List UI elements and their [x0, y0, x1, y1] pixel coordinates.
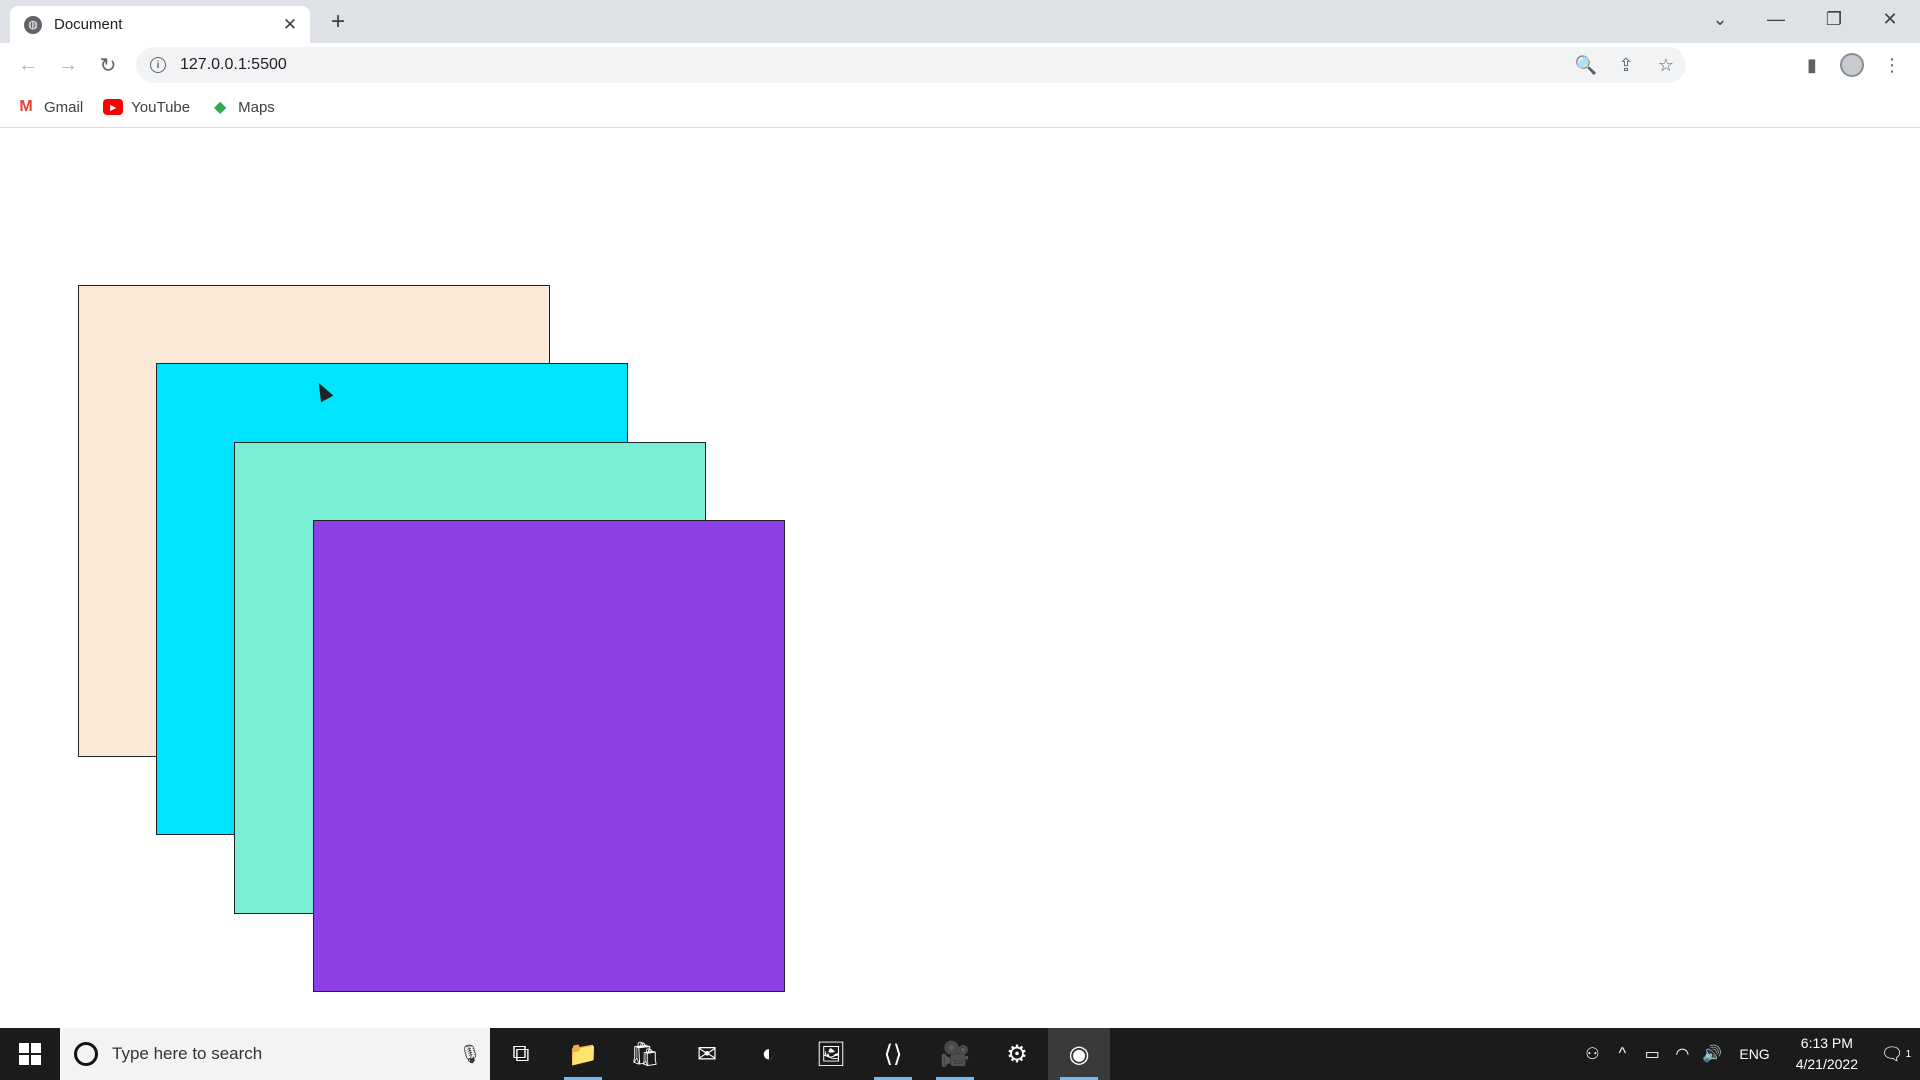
youtube-icon: ▶: [103, 99, 124, 115]
clock-time: 6:13 PM: [1800, 1035, 1853, 1051]
volume-icon[interactable]: 🔊: [1697, 1044, 1727, 1064]
menu-icon[interactable]: ⋮: [1876, 49, 1908, 81]
wifi-icon[interactable]: ◠: [1667, 1044, 1697, 1064]
close-window-button[interactable]: ✕: [1862, 0, 1918, 38]
vscode-icon[interactable]: ⟨⟩: [862, 1028, 924, 1080]
bookmark-label: YouTube: [131, 98, 191, 116]
notifications-button[interactable]: 🗨 1: [1872, 1028, 1920, 1080]
forward-button[interactable]: →: [52, 49, 84, 81]
people-icon[interactable]: ⚇: [1577, 1044, 1607, 1064]
settings-icon[interactable]: ⚙: [986, 1028, 1048, 1080]
tab-title: Document: [54, 16, 123, 33]
clock[interactable]: 6:13 PM 4/21/2022: [1796, 1033, 1858, 1075]
bookmark-gmail[interactable]: M Gmail: [16, 98, 84, 116]
bookmark-label: Maps: [238, 98, 275, 116]
taskbar-search[interactable]: Type here to search 🎙: [60, 1028, 490, 1080]
maps-icon: ◆: [213, 99, 227, 116]
bookmark-label: Gmail: [44, 98, 84, 116]
store-icon[interactable]: 🛍: [614, 1028, 676, 1080]
zoom-icon[interactable]: 🔍: [1566, 47, 1606, 83]
taskbar: Type here to search 🎙 ⧉ 📁 🛍 ✉ ◐ 🖼 ⟨⟩ 🎥 ⚙…: [0, 1028, 1920, 1080]
bookmark-youtube[interactable]: ▶ YouTube: [103, 99, 190, 116]
minimize-button[interactable]: —: [1748, 0, 1804, 38]
start-button[interactable]: [0, 1028, 60, 1080]
new-tab-button[interactable]: +: [324, 8, 352, 36]
photos-icon[interactable]: 🖼: [800, 1028, 862, 1080]
notification-count: 1: [1905, 1048, 1912, 1060]
windows-icon: [19, 1043, 41, 1065]
chrome-icon[interactable]: ◉: [1048, 1028, 1110, 1080]
url-text[interactable]: 127.0.0.1:5500: [180, 56, 1566, 74]
browser-toolbar: ← → ↻ i 127.0.0.1:5500 🔍 ⇪ ☆ ▮ ⋮: [0, 43, 1920, 87]
task-view-icon[interactable]: ⧉: [490, 1028, 552, 1080]
file-explorer-icon[interactable]: 📁: [552, 1028, 614, 1080]
chevron-up-icon[interactable]: ^: [1607, 1045, 1637, 1063]
zoom-app-icon[interactable]: 🎥: [924, 1028, 986, 1080]
profile-button[interactable]: [1836, 49, 1868, 81]
close-tab-icon[interactable]: ✕: [280, 15, 300, 35]
gmail-icon: M: [19, 98, 33, 115]
page-viewport: [0, 128, 1920, 1028]
restore-button[interactable]: ❐: [1806, 0, 1862, 38]
cortana-icon: [74, 1042, 98, 1066]
side-panel-icon[interactable]: ▮: [1796, 49, 1828, 81]
notification-icon: 🗨: [1880, 1043, 1904, 1064]
search-placeholder[interactable]: Type here to search: [112, 1044, 450, 1064]
address-bar[interactable]: i 127.0.0.1:5500 🔍 ⇪ ☆: [136, 47, 1686, 83]
site-info-icon[interactable]: i: [150, 57, 166, 73]
bookmark-maps[interactable]: ◆ Maps: [210, 98, 275, 117]
tab-document[interactable]: ◍ Document ✕: [10, 6, 310, 43]
bookmark-star-icon[interactable]: ☆: [1646, 47, 1686, 83]
avatar: [1840, 53, 1864, 77]
language-indicator[interactable]: ENG: [1739, 1046, 1769, 1062]
tab-strip: ◍ Document ✕ + ⌄ — ❐ ✕: [0, 0, 1920, 43]
mail-icon[interactable]: ✉: [676, 1028, 738, 1080]
bookmarks-bar: M Gmail ▶ YouTube ◆ Maps: [0, 87, 1920, 128]
edge-icon[interactable]: ◐: [738, 1028, 800, 1080]
globe-icon: ◍: [24, 15, 42, 34]
box-4: [313, 520, 785, 992]
share-icon[interactable]: ⇪: [1606, 47, 1646, 83]
tab-search-icon[interactable]: ⌄: [1692, 0, 1748, 38]
microphone-icon[interactable]: 🎙: [450, 1044, 490, 1065]
back-button[interactable]: ←: [12, 49, 44, 81]
reload-button[interactable]: ↻: [92, 49, 124, 81]
battery-icon[interactable]: ▭: [1637, 1044, 1667, 1064]
system-tray: ⚇ ^ ▭ ◠ 🔊 ENG 6:13 PM 4/21/2022 🗨 1: [1577, 1028, 1920, 1080]
clock-date: 4/21/2022: [1795, 1056, 1858, 1072]
